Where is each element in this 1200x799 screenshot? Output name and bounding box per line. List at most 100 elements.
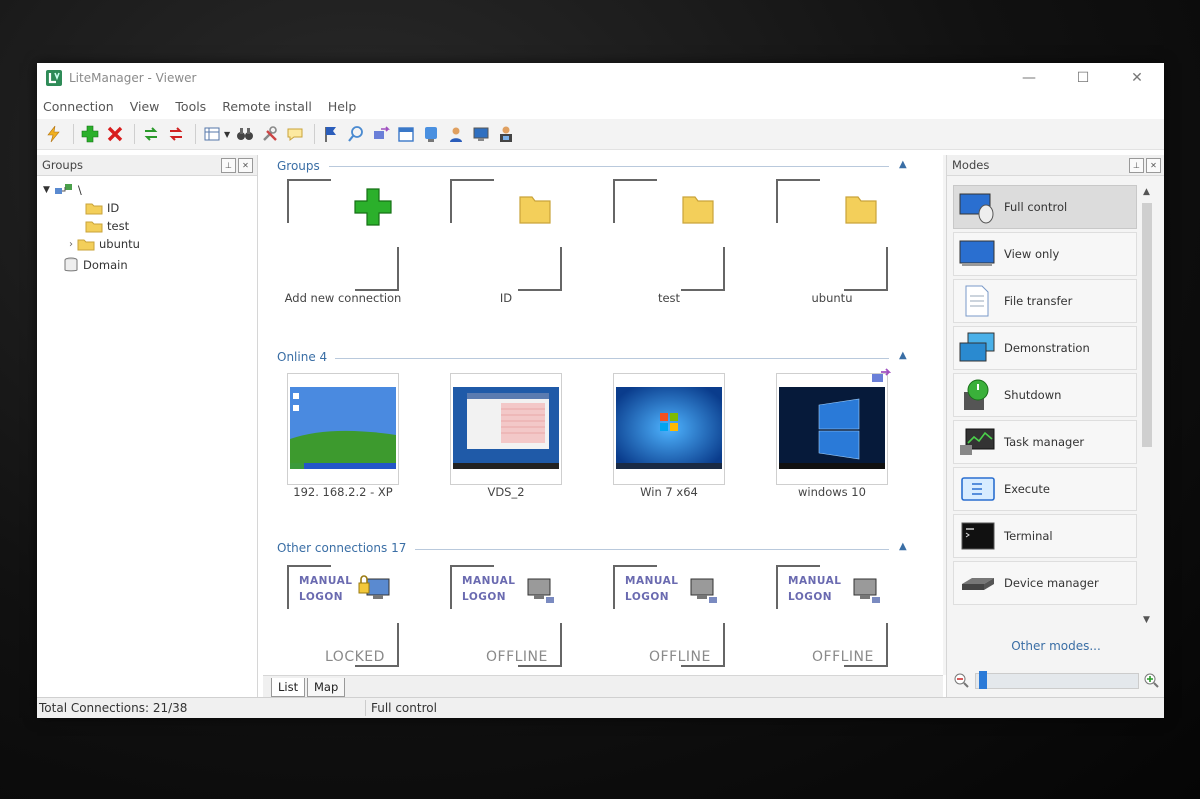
mode-full-control[interactable]: Full control (953, 185, 1137, 229)
collapse-online-icon[interactable]: ▲ (899, 350, 907, 361)
flag-icon[interactable] (320, 123, 342, 145)
collapse-groups-icon[interactable]: ▲ (899, 159, 907, 170)
other-modes-link[interactable]: Other modes... (947, 639, 1164, 653)
tree-item-label: ID (107, 201, 120, 215)
sync-green-icon[interactable] (140, 123, 162, 145)
connection-state: OFFLINE (486, 649, 548, 665)
tile-label: VDS_2 (487, 485, 525, 499)
connection-thumb-vds2[interactable] (450, 373, 562, 485)
message-icon[interactable] (284, 123, 306, 145)
sync-red-icon[interactable] (165, 123, 187, 145)
manual-logon-line1: MANUAL (462, 575, 516, 587)
menu-view[interactable]: View (130, 99, 160, 114)
app-logo-icon (46, 70, 62, 86)
menu-tools[interactable]: Tools (175, 99, 206, 114)
mode-shutdown[interactable]: Shutdown (953, 373, 1137, 417)
offline-computer-icon (853, 578, 880, 603)
search-icon[interactable] (345, 123, 367, 145)
device-manager-icon (962, 578, 994, 590)
groups-panel: Groups ⊥ ✕ ▼ \ ID test › ubuntu Domain (37, 155, 258, 697)
mode-label: Execute (1004, 482, 1050, 496)
connect-icon[interactable] (43, 123, 65, 145)
view-mode-dropdown-icon[interactable]: ▼ (224, 130, 230, 139)
pin-icon[interactable]: ⊥ (221, 158, 236, 173)
chevron-down-icon[interactable]: ▼ (43, 185, 50, 195)
pin-icon[interactable]: ⊥ (1129, 158, 1144, 173)
close-button[interactable]: ✕ (1110, 63, 1164, 93)
mode-device-manager[interactable]: Device manager (953, 561, 1137, 605)
admin-icon[interactable] (495, 123, 517, 145)
mode-file-transfer[interactable]: File transfer (953, 279, 1137, 323)
group-tile-id[interactable] (450, 179, 562, 291)
menu-remote-install[interactable]: Remote install (222, 99, 312, 114)
connection-tile-offline[interactable]: MANUAL LOGON OFFLINE (613, 565, 725, 675)
mode-label: Demonstration (1004, 341, 1090, 355)
tile-label: test (657, 291, 681, 305)
screen-icon[interactable] (420, 123, 442, 145)
connection-tile-locked[interactable]: MANUAL LOGON LOCKED (287, 565, 399, 675)
section-online-title: Online 4 (277, 350, 328, 364)
add-connection-tile[interactable] (287, 179, 399, 291)
mode-demonstration[interactable]: Demonstration (953, 326, 1137, 370)
menu-help[interactable]: Help (328, 99, 357, 114)
manual-logon-line1: MANUAL (625, 575, 679, 587)
delete-icon[interactable] (104, 123, 126, 145)
tree-item-test[interactable]: test (85, 219, 129, 233)
zoom-track[interactable] (975, 673, 1139, 689)
tile-label: windows 10 (798, 485, 866, 499)
tile-label: Win 7 x64 (640, 485, 698, 499)
modes-scrollbar[interactable]: ▲ ▼ (1139, 185, 1155, 625)
collapse-other-icon[interactable]: ▲ (899, 541, 907, 552)
connection-tile-offline[interactable]: MANUAL LOGON OFFLINE (450, 565, 562, 675)
menu-connection[interactable]: Connection (43, 99, 114, 114)
zoom-handle[interactable] (979, 671, 987, 689)
mode-label: File transfer (1004, 294, 1073, 308)
tab-map[interactable]: Map (307, 678, 346, 697)
maximize-button[interactable]: ☐ (1056, 63, 1110, 93)
add-icon[interactable] (79, 123, 101, 145)
tree-root-label: \ (77, 183, 82, 197)
modes-panel: Modes ⊥ ✕ Full control View only File tr… (946, 155, 1164, 697)
scrollbar-thumb[interactable] (1142, 203, 1152, 447)
groups-panel-header: Groups ⊥ ✕ (37, 155, 257, 176)
panel-close-icon[interactable]: ✕ (238, 158, 253, 173)
calendar-icon[interactable] (395, 123, 417, 145)
manual-logon-line2: LOGON (462, 591, 507, 603)
mode-view-only[interactable]: View only (953, 232, 1137, 276)
file-transfer-icon (965, 285, 989, 317)
connection-thumb-win10[interactable] (776, 368, 891, 485)
tools-icon[interactable] (259, 123, 281, 145)
manual-logon-line1: MANUAL (788, 575, 842, 587)
connection-tile-offline[interactable]: MANUAL LOGON OFFLINE (776, 565, 888, 675)
tree-item-id[interactable]: ID (85, 201, 119, 215)
tree-item-ubuntu[interactable]: › ubuntu (69, 237, 140, 251)
status-connections: Total Connections: 21/38 (39, 701, 188, 715)
zoom-slider[interactable] (953, 669, 1159, 691)
zoom-in-icon[interactable] (1143, 672, 1159, 688)
scroll-up-icon[interactable]: ▲ (1143, 187, 1150, 197)
scroll-down-icon[interactable]: ▼ (1143, 615, 1150, 625)
transfer-icon[interactable] (370, 123, 392, 145)
minimize-button[interactable]: — (1002, 63, 1056, 93)
chevron-right-icon[interactable]: › (69, 239, 73, 250)
panel-close-icon[interactable]: ✕ (1146, 158, 1161, 173)
user-icon[interactable] (445, 123, 467, 145)
connection-thumb-xp[interactable] (287, 373, 399, 485)
group-tile-ubuntu[interactable] (776, 179, 888, 291)
zoom-out-icon[interactable] (953, 672, 969, 688)
tree-item-domain[interactable]: Domain (63, 257, 128, 273)
monitor-icon[interactable] (470, 123, 492, 145)
group-tile-test[interactable] (613, 179, 725, 291)
mode-task-manager[interactable]: Task manager (953, 420, 1137, 464)
tab-list[interactable]: List (271, 678, 306, 697)
mode-terminal[interactable]: Terminal (953, 514, 1137, 558)
mode-execute[interactable]: Execute (953, 467, 1137, 511)
binoculars-icon[interactable] (234, 123, 256, 145)
tree-root[interactable]: ▼ \ (43, 182, 82, 198)
groups-tree: ▼ \ ID test › ubuntu Domain (37, 176, 257, 272)
shutdown-icon (964, 379, 989, 410)
connection-state: OFFLINE (649, 649, 711, 665)
toolbar-separator (73, 124, 74, 144)
connection-thumb-win7[interactable] (613, 373, 725, 485)
view-mode-icon[interactable] (201, 123, 223, 145)
